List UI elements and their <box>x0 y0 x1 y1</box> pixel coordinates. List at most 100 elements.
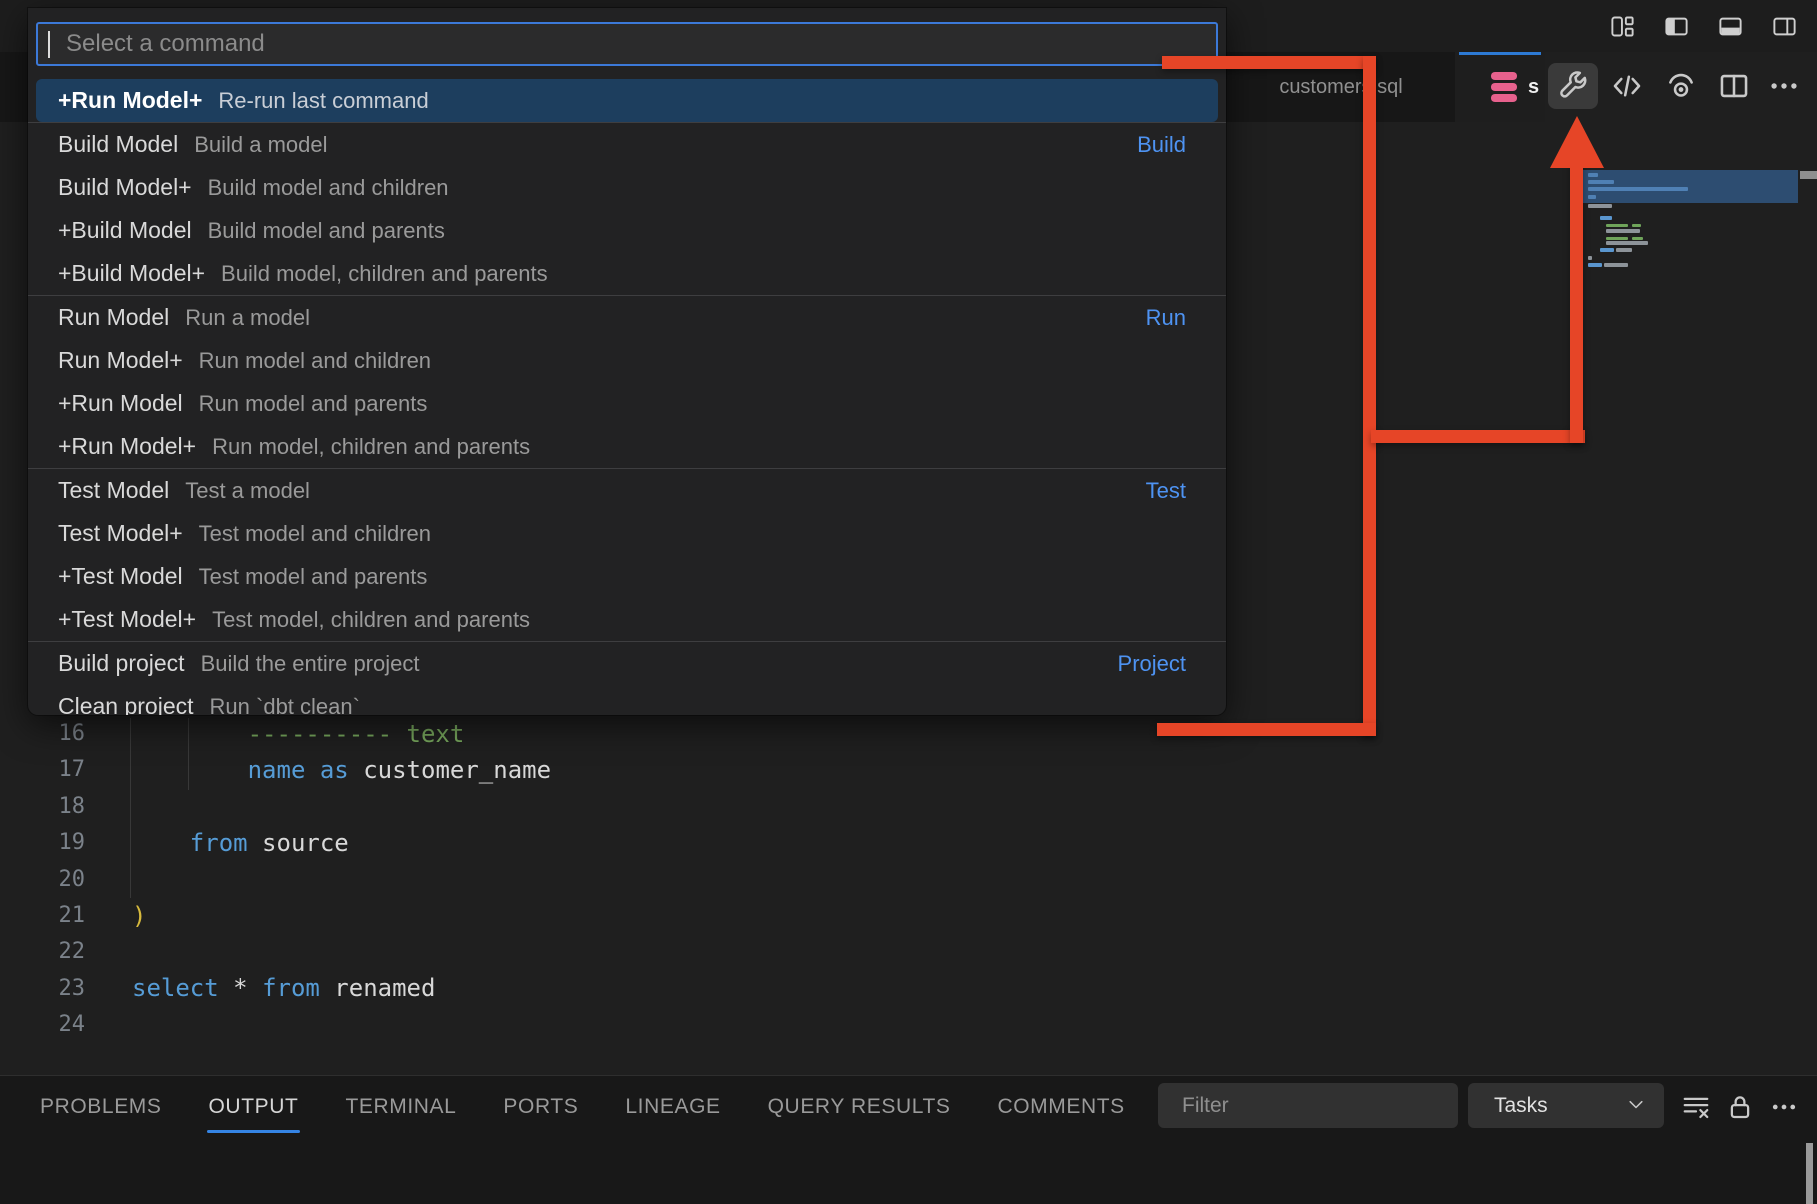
titlebar-layout-controls <box>1607 0 1799 52</box>
minimap-bar <box>1616 248 1632 252</box>
palette-item-label: +Test Model+ <box>58 606 196 633</box>
palette-item-label: Build Model <box>58 131 178 158</box>
line-number: 24 <box>0 1012 85 1037</box>
panel-more-actions-icon[interactable] <box>1766 1089 1802 1125</box>
line-number: 21 <box>0 903 85 928</box>
editor-scrollbar-thumb[interactable] <box>1800 171 1817 179</box>
palette-item[interactable]: Run ModelRun a modelRun <box>36 296 1218 339</box>
line-number: 20 <box>0 867 85 892</box>
palette-item[interactable]: +Test ModelTest model and parents <box>36 555 1218 598</box>
command-input[interactable] <box>36 22 1218 66</box>
palette-item[interactable]: +Run Model Run model and parents <box>36 382 1218 425</box>
code-line: 16 ---------- text <box>0 715 464 752</box>
customize-layout-icon[interactable] <box>1607 11 1637 41</box>
text-caret <box>48 31 50 58</box>
palette-item[interactable]: Run Model+Run model and children <box>36 339 1218 382</box>
palette-item-label: Build Model+ <box>58 174 192 201</box>
annotation-line-vertical <box>1363 56 1376 736</box>
line-number: 23 <box>0 976 85 1001</box>
palette-item-category: Run <box>1146 305 1186 331</box>
palette-item-description: Test model and children <box>199 521 431 547</box>
palette-item-label: Build project <box>58 650 185 677</box>
line-number: 16 <box>0 721 85 746</box>
panel-scrollbar[interactable] <box>1806 1143 1813 1204</box>
palette-item[interactable]: +Run Model+Run model, children and paren… <box>36 425 1218 468</box>
minimap-bar <box>1588 187 1688 191</box>
command-input-wrap <box>28 8 1226 66</box>
palette-item-description: Build model and children <box>208 175 449 201</box>
line-number: 22 <box>0 939 85 964</box>
dbt-database-icon <box>1491 72 1517 102</box>
more-actions-icon[interactable] <box>1762 63 1806 109</box>
palette-item[interactable]: Build Model+ Build model and children <box>36 166 1218 209</box>
palette-item[interactable]: +Build ModelBuild model and parents <box>36 209 1218 252</box>
panel-tab-terminal[interactable]: TERMINAL <box>345 1085 456 1135</box>
line-number: 18 <box>0 794 85 819</box>
palette-item-label: +Run Model+ <box>58 87 202 114</box>
annotation-line-bottom <box>1157 723 1376 736</box>
palette-item-label: +Build Model+ <box>58 260 205 287</box>
minimap-bar <box>1588 204 1612 208</box>
tab-label: s <box>1528 76 1539 99</box>
panel-tab-output[interactable]: OUTPUT <box>209 1085 299 1135</box>
palette-item-description: Run model and parents <box>199 391 428 417</box>
palette-item-description: Run `dbt clean` <box>210 694 360 716</box>
line-number: 19 <box>0 830 85 855</box>
palette-item-label: +Run Model <box>58 390 183 417</box>
panel-tab-problems[interactable]: PROBLEMS <box>40 1085 162 1135</box>
palette-item[interactable]: Test Model+ Test model and children <box>36 512 1218 555</box>
code-line: 18 <box>0 788 132 825</box>
palette-item-label: Run Model <box>58 304 169 331</box>
split-editor-icon[interactable] <box>1712 63 1756 109</box>
chevron-down-icon <box>1626 1097 1646 1113</box>
minimap-bar <box>1606 224 1628 227</box>
minimap-bar <box>1588 263 1602 267</box>
lock-icon[interactable] <box>1722 1089 1758 1125</box>
palette-item[interactable]: +Test Model+Test model, children and par… <box>36 598 1218 641</box>
command-palette: +Run Model+ Re-run last command Build Mode… <box>28 8 1226 715</box>
palette-item-description: Re-run last command <box>218 88 428 114</box>
palette-item-description: Build the entire project <box>201 651 420 677</box>
tasks-dropdown-label: Tasks <box>1494 1094 1548 1118</box>
toggle-panel-icon[interactable] <box>1715 11 1745 41</box>
palette-item-label: +Test Model <box>58 563 183 590</box>
palette-item-label: Test Model <box>58 477 169 504</box>
wrench-icon[interactable] <box>1548 63 1598 109</box>
palette-item-category: Project <box>1118 651 1186 677</box>
tasks-dropdown[interactable]: Tasks <box>1468 1083 1664 1128</box>
filter-input[interactable] <box>1158 1083 1458 1128</box>
panel-tab-comments[interactable]: COMMENTS <box>997 1085 1124 1135</box>
panel-tab-query-results[interactable]: QUERY RESULTS <box>768 1085 951 1135</box>
code-line: 24 <box>0 1006 132 1043</box>
minimap-bar <box>1606 241 1648 245</box>
minimap-bar <box>1600 248 1614 252</box>
minimap-bar <box>1604 263 1628 267</box>
code-line: 21) <box>0 897 146 934</box>
palette-item-category: Build <box>1137 132 1186 158</box>
toggle-sidebar-right-icon[interactable] <box>1769 11 1799 41</box>
palette-item[interactable]: Build Model Build a model Build <box>36 123 1218 166</box>
editor-actions-toolbar <box>1545 52 1817 122</box>
minimap[interactable] <box>1582 170 1798 300</box>
palette-item-description: Run model and children <box>199 348 431 374</box>
clear-output-icon[interactable] <box>1678 1089 1714 1125</box>
palette-item-label: Test Model+ <box>58 520 183 547</box>
code-icon[interactable] <box>1605 63 1649 109</box>
palette-item[interactable]: Test ModelTest a modelTest <box>36 469 1218 512</box>
palette-item[interactable]: Build project Build the entire project Pro… <box>36 642 1218 685</box>
palette-item[interactable]: Clean projectRun `dbt clean` <box>36 685 1218 715</box>
minimap-bar <box>1632 237 1643 240</box>
palette-item-description: Build model and parents <box>208 218 445 244</box>
line-number: 17 <box>0 757 85 782</box>
palette-item[interactable]: +Build Model+Build model, children and p… <box>36 252 1218 295</box>
toggle-sidebar-left-icon[interactable] <box>1661 11 1691 41</box>
preview-eye-icon[interactable] <box>1659 63 1703 109</box>
panel-tab-lineage[interactable]: LINEAGE <box>625 1085 720 1135</box>
annotation-branch-horizontal <box>1371 430 1585 443</box>
palette-item-description: Build a model <box>194 132 327 158</box>
panel-tab-ports[interactable]: PORTS <box>503 1085 578 1135</box>
tab-active-partial[interactable]: s <box>1455 52 1545 122</box>
palette-item[interactable]: +Run Model+ Re-run last command <box>36 79 1218 122</box>
vscode-window: customers.sql s <box>0 0 1817 1204</box>
panel-tab-bar: PROBLEMS OUTPUT TERMINAL PORTS LINEAGE QUERY … <box>40 1084 1125 1136</box>
